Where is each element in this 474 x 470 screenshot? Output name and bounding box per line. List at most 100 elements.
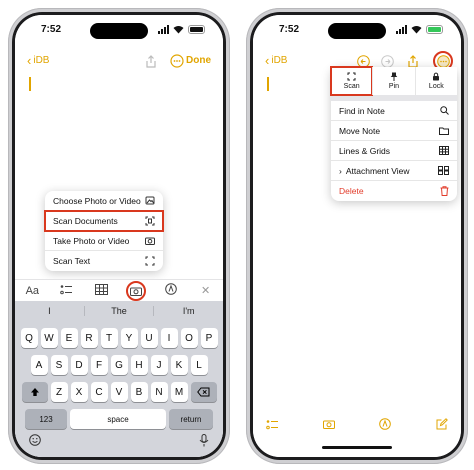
markup-icon[interactable] [378, 417, 392, 431]
menu-item-delete[interactable]: Delete [331, 181, 457, 201]
markup-icon[interactable] [161, 283, 181, 298]
key-o[interactable]: O [180, 328, 198, 348]
note-nav-bar: ‹ iDB Done [15, 53, 223, 73]
key-h[interactable]: H [130, 355, 148, 375]
emoji-icon[interactable] [29, 434, 41, 446]
key-row-2: ASDFGHJKL [15, 355, 223, 375]
key-q[interactable]: Q [20, 328, 38, 348]
backspace-icon [197, 387, 210, 397]
scan-button[interactable]: Scan [329, 66, 374, 96]
left-phone: 7:52 ‹ iDB Done Choose Photo or Video Sc… [8, 8, 230, 464]
key-b[interactable]: B [130, 382, 148, 402]
scan-icon [347, 72, 356, 81]
key-p[interactable]: P [200, 328, 218, 348]
key-j[interactable]: J [150, 355, 168, 375]
close-button[interactable]: ✕ [196, 284, 216, 297]
suggestion[interactable]: The [85, 306, 155, 316]
scan-document-icon [145, 216, 155, 225]
key-w[interactable]: W [40, 328, 58, 348]
status-bar: 7:52 [253, 24, 461, 38]
wifi-icon [173, 26, 184, 34]
key-m[interactable]: M [170, 382, 188, 402]
key-g[interactable]: G [110, 355, 128, 375]
text-cursor [29, 77, 31, 91]
shift-icon [30, 388, 39, 396]
attachment-view-icon [438, 166, 449, 175]
menu-item-take-photo[interactable]: Take Photo or Video [45, 231, 163, 251]
grid-icon [439, 146, 449, 155]
key-n[interactable]: N [150, 382, 168, 402]
menu-item-scan-documents[interactable]: Scan Documents [44, 210, 164, 232]
key-d[interactable]: D [70, 355, 88, 375]
key-row-4: 123 space return [15, 409, 223, 429]
camera-icon [130, 287, 143, 296]
pin-button[interactable]: Pin [372, 67, 415, 95]
action-segment: Scan Pin Lock [329, 66, 457, 101]
photo-icon [145, 196, 155, 205]
key-i[interactable]: I [160, 328, 178, 348]
wifi-icon [411, 26, 422, 34]
key-t[interactable]: T [100, 328, 118, 348]
key-z[interactable]: Z [50, 382, 68, 402]
home-indicator [322, 446, 392, 449]
camera-icon[interactable] [322, 417, 336, 431]
key-c[interactable]: C [90, 382, 108, 402]
key-l[interactable]: L [190, 355, 208, 375]
status-bar: 7:52 [15, 24, 223, 38]
checklist-icon[interactable] [265, 417, 279, 431]
suggestion[interactable]: I'm [154, 306, 223, 316]
compose-icon[interactable] [435, 417, 449, 431]
key-u[interactable]: U [140, 328, 158, 348]
space-key[interactable]: space [70, 409, 166, 429]
share-icon[interactable] [143, 53, 159, 69]
shift-key[interactable] [21, 382, 48, 402]
back-button[interactable]: ‹ iDB [27, 52, 50, 68]
menu-item-move-note[interactable]: Move Note [331, 121, 457, 141]
format-button[interactable]: Aa [22, 285, 42, 297]
more-icon[interactable] [169, 53, 185, 69]
battery-icon [188, 25, 205, 34]
battery-icon [426, 25, 443, 34]
key-e[interactable]: E [60, 328, 78, 348]
delete-key[interactable] [190, 382, 217, 402]
lock-button[interactable]: Lock [414, 67, 457, 95]
menu-item-lines-grids[interactable]: Lines & Grids [331, 141, 457, 161]
checklist-icon[interactable] [57, 284, 77, 298]
table-icon[interactable] [92, 283, 112, 298]
key-s[interactable]: S [50, 355, 68, 375]
key-k[interactable]: K [170, 355, 188, 375]
camera-button[interactable] [126, 280, 147, 301]
menu-item-choose-photo[interactable]: Choose Photo or Video [45, 191, 163, 211]
suggestion[interactable]: I [15, 306, 85, 316]
more-menu: Scan Pin Lock Find in Note Move Note Lin… [329, 66, 457, 201]
menu-item-scan-text[interactable]: Scan Text [45, 251, 163, 271]
status-time: 7:52 [41, 24, 62, 35]
key-x[interactable]: X [70, 382, 88, 402]
key-y[interactable]: Y [120, 328, 138, 348]
microphone-icon[interactable] [199, 434, 209, 447]
key-f[interactable]: F [90, 355, 108, 375]
chevron-left-icon: ‹ [27, 52, 32, 68]
scan-text-icon [145, 256, 155, 266]
back-label: iDB [271, 55, 288, 66]
back-button[interactable]: ‹ iDB [265, 52, 288, 68]
menu-item-attachment-view[interactable]: › Attachment View [331, 161, 457, 181]
key-v[interactable]: V [110, 382, 128, 402]
key-row-1: QWERTYUIOP [15, 328, 223, 348]
menu-item-find-in-note[interactable]: Find in Note [331, 101, 457, 121]
key-row-3: ZXCVBNM [15, 382, 223, 402]
numbers-key[interactable]: 123 [25, 409, 67, 429]
search-icon [440, 106, 449, 115]
more-icon [436, 54, 450, 68]
cellular-signal-icon [396, 25, 407, 34]
return-key[interactable]: return [169, 409, 213, 429]
predictive-bar: I The I'm [15, 301, 223, 321]
notes-bottom-toolbar [265, 417, 449, 431]
key-a[interactable]: A [30, 355, 48, 375]
status-time: 7:52 [279, 24, 300, 35]
key-r[interactable]: R [80, 328, 98, 348]
right-phone: 7:52 ‹ iDB Scan Pin Lock Find in Note Mo… [246, 8, 468, 464]
back-label: iDB [33, 55, 50, 66]
done-button[interactable]: Done [186, 55, 211, 66]
chevron-left-icon: ‹ [265, 52, 270, 68]
